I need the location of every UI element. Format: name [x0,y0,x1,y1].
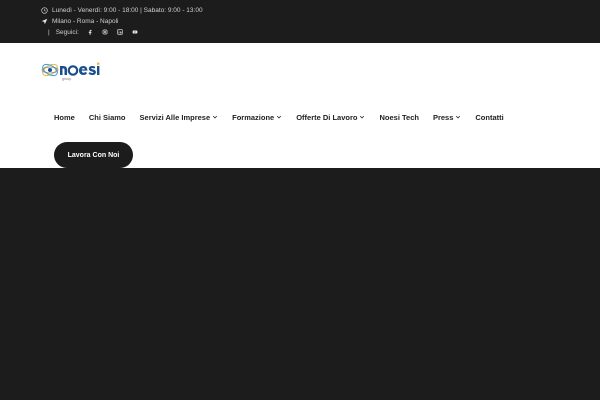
nav-item-label: Press [432,112,454,122]
main-navigation: Home Chi Siamo Servizi Alle Imprese Form… [54,112,518,122]
nav-item-label: Chi Siamo [88,112,126,122]
site-header: group Home Chi Siamo Servizi Alle Impres… [0,43,600,168]
hero-section [0,168,600,400]
chevron-down-icon [359,114,365,120]
lavora-con-noi-button[interactable]: Lavora Con Noi [54,142,133,168]
nav-item-home[interactable]: Home [54,113,75,122]
locations: Milano - Roma - Napoli [40,17,118,25]
nav-item-press[interactable]: Press [433,113,461,122]
social-links: | Seguici: [48,28,139,36]
follow-label: Seguici: [55,28,79,36]
instagram-icon[interactable] [101,28,109,36]
chevron-down-icon [212,114,218,120]
nav-item-label: Home [54,112,75,122]
youtube-icon[interactable] [131,28,139,36]
nav-item-label: Formazione [232,112,275,122]
chevron-down-icon [276,114,282,120]
nav-item-contatti[interactable]: Contatti [475,113,503,122]
logo-tagline: group [62,77,71,81]
nav-item-formazione[interactable]: Formazione [232,113,282,122]
top-bar: Lunedì - Venerdì: 9:00 - 18:00 | Sabato:… [0,0,600,43]
noesi-logo[interactable]: group [40,56,115,82]
nav-item-noesi-tech[interactable]: Noesi Tech [379,113,418,122]
nav-item-label: Noesi Tech [379,112,419,122]
location-arrow-icon [40,17,48,25]
nav-item-label: Contatti [475,112,504,122]
nav-item-label: Servizi Alle Imprese [139,112,211,122]
chevron-down-icon [455,114,461,120]
clock-icon [40,6,48,14]
separator: | [48,28,50,36]
opening-hours-text: Lunedì - Venerdì: 9:00 - 18:00 | Sabato:… [52,6,203,14]
facebook-icon[interactable] [86,28,94,36]
nav-item-servizi-alle-imprese[interactable]: Servizi Alle Imprese [140,113,219,122]
locations-text: Milano - Roma - Napoli [52,17,119,25]
nav-item-label: Offerte Di Lavoro [296,112,358,122]
linkedin-icon[interactable] [116,28,124,36]
nav-item-chi-siamo[interactable]: Chi Siamo [89,113,126,122]
nav-item-offerte-di-lavoro[interactable]: Offerte Di Lavoro [296,113,365,122]
opening-hours: Lunedì - Venerdì: 9:00 - 18:00 | Sabato:… [40,6,203,14]
